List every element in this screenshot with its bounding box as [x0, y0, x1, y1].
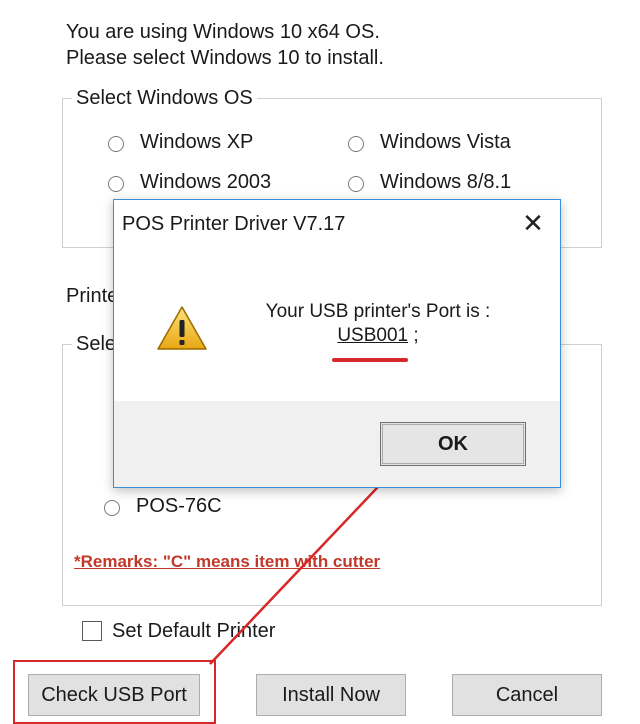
- port-underline-annotation: [332, 358, 408, 362]
- dialog-title: POS Printer Driver V7.17: [122, 213, 346, 235]
- dialog-port-line: USB001 ;: [236, 324, 520, 348]
- warning-icon: [157, 306, 207, 350]
- port-suffix: ;: [408, 325, 419, 346]
- ok-button[interactable]: OK: [380, 422, 526, 466]
- dialog-message: Your USB printer's Port is : USB001 ;: [236, 300, 520, 348]
- close-icon[interactable]: ✕: [520, 210, 546, 236]
- message-dialog: POS Printer Driver V7.17 ✕ Your USB prin…: [113, 199, 561, 488]
- dialog-message-line: Your USB printer's Port is :: [265, 301, 491, 322]
- port-value: USB001: [337, 325, 409, 346]
